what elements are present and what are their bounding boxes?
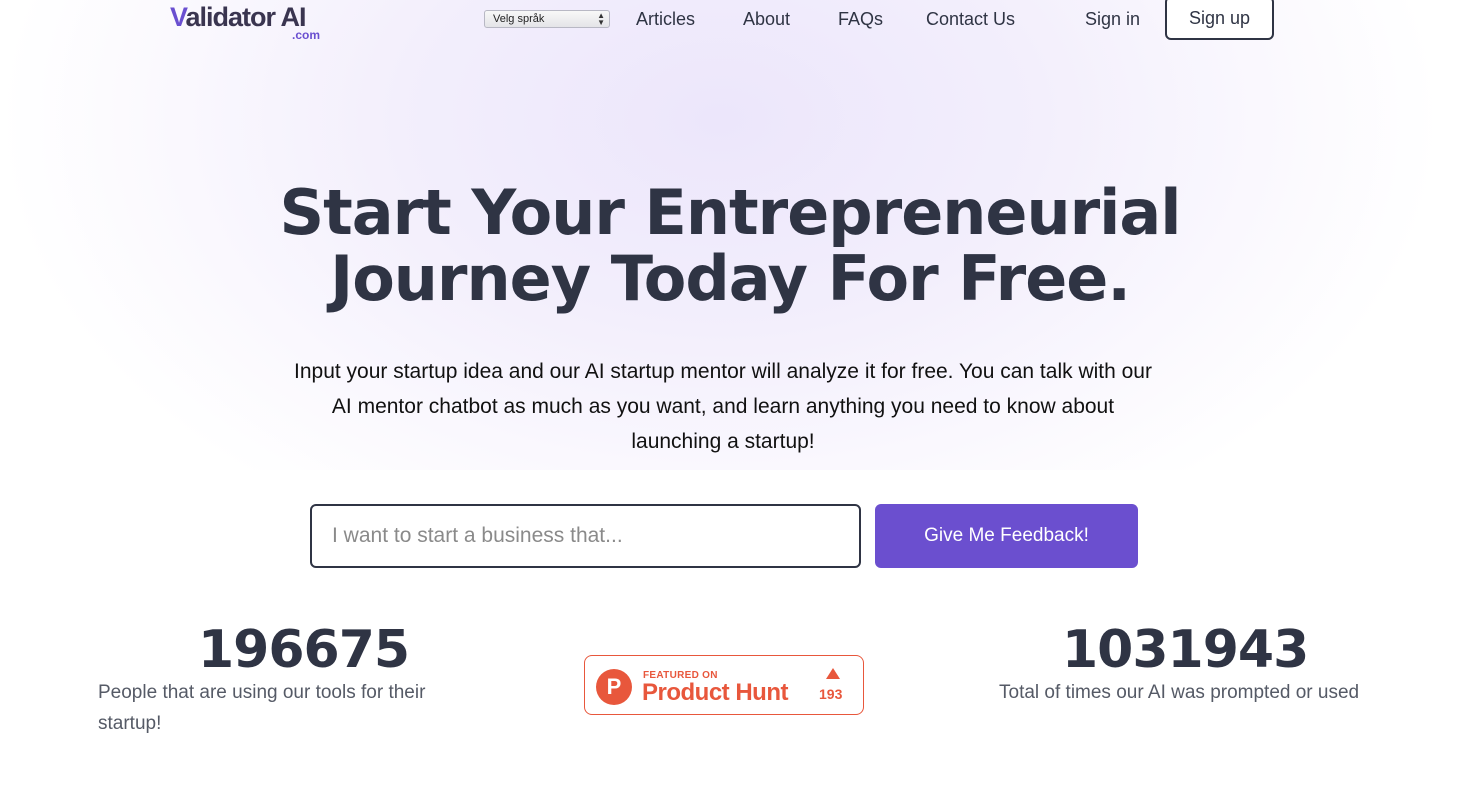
users-count: 196675 xyxy=(198,620,410,680)
sign-in-link[interactable]: Sign in xyxy=(1085,8,1140,30)
nav-link-about[interactable]: About xyxy=(743,8,790,30)
hero-title-line-2: Journey Today For Free. xyxy=(330,242,1131,315)
top-navigation: Validator AI .com Velg språk ▲ ▼ Articles… xyxy=(0,0,1460,50)
startup-idea-input[interactable] xyxy=(310,504,861,568)
product-hunt-votes: 193 xyxy=(819,686,843,702)
language-select-value: Velg språk xyxy=(493,13,545,25)
logo-domain-suffix: .com xyxy=(292,28,321,42)
sign-up-label: Sign up xyxy=(1188,8,1251,28)
prompts-count: 1031943 xyxy=(1062,620,1309,680)
logo-wordmark: Validator AI xyxy=(170,2,307,32)
nav-link-contact-us[interactable]: Contact Us xyxy=(926,8,1015,30)
prompts-count-label: Total of times our AI was prompted or us… xyxy=(999,682,1360,703)
sign-up-button[interactable]: Sign up xyxy=(1165,0,1274,40)
users-count-label: People that are using our tools for thei… xyxy=(98,682,426,734)
nav-link-articles[interactable]: Articles xyxy=(636,8,695,30)
hero-title: Start Your Entrepreneurial Journey Today… xyxy=(230,180,1230,312)
site-logo[interactable]: Validator AI .com xyxy=(170,2,330,42)
upvote-arrow-icon xyxy=(826,668,840,679)
nav-link-faqs[interactable]: FAQs xyxy=(838,8,883,30)
hero-title-line-1: Start Your Entrepreneurial xyxy=(279,176,1181,249)
hero-description: Input your startup idea and our AI start… xyxy=(294,360,1152,453)
product-hunt-logo-icon: P xyxy=(596,669,632,705)
select-arrows-icon: ▲ ▼ xyxy=(597,11,605,27)
product-hunt-name: Product Hunt xyxy=(642,679,788,706)
give-feedback-button[interactable]: Give Me Feedback! xyxy=(875,504,1138,568)
language-select[interactable]: Velg språk ▲ ▼ xyxy=(484,10,610,28)
product-hunt-badge[interactable]: P FEATURED ON Product Hunt 193 xyxy=(584,655,864,715)
